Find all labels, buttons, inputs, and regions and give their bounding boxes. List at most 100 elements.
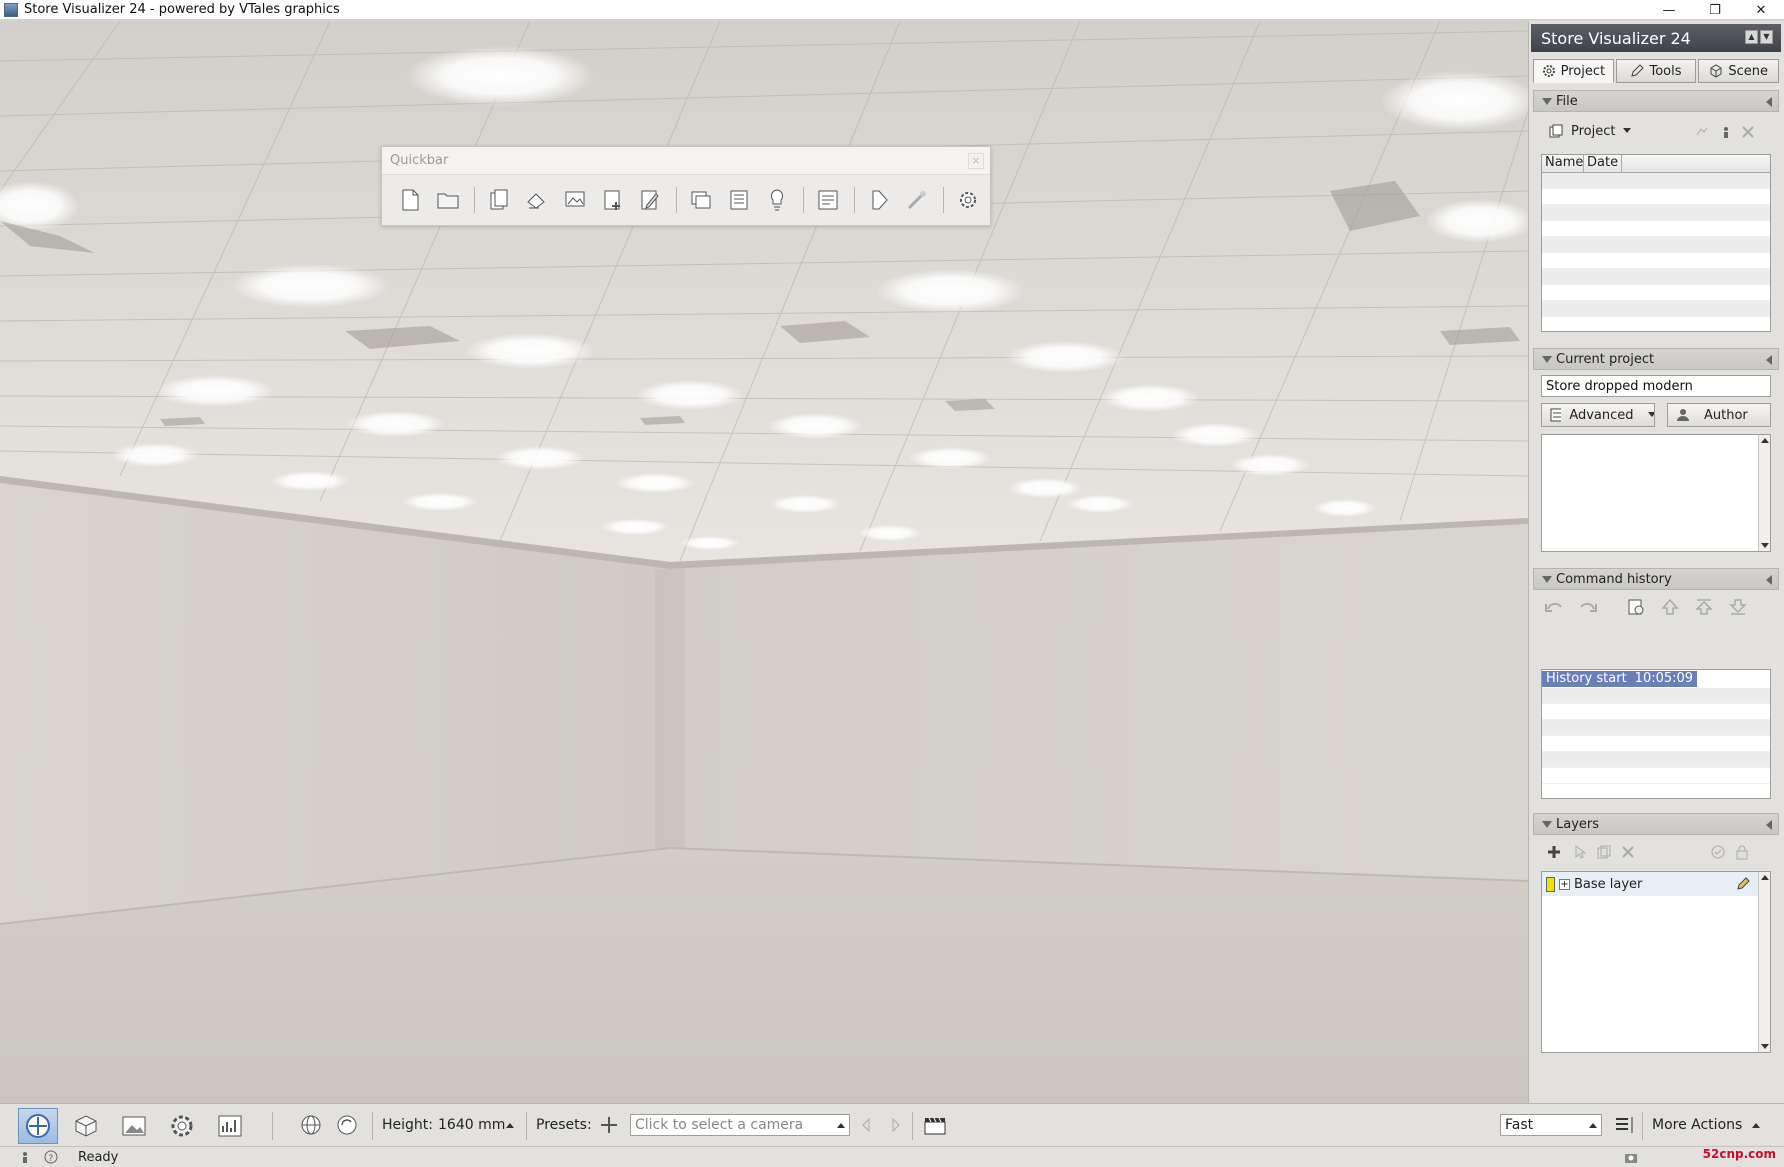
dock-float-button[interactable]: ▲ [1745, 30, 1758, 44]
current-project-section-header[interactable]: Current project [1533, 348, 1779, 370]
camera-select-placeholder: Click to select a camera [635, 1117, 804, 1133]
delete-layer-icon[interactable] [1617, 841, 1639, 863]
app-icon [4, 2, 18, 17]
author-button[interactable]: Author [1667, 403, 1771, 427]
collapse-icon[interactable] [1766, 820, 1772, 830]
project-icon [1549, 124, 1563, 138]
expand-icon[interactable]: + [1559, 878, 1570, 890]
clapperboard-icon[interactable] [924, 1114, 946, 1136]
redo-icon[interactable] [1577, 596, 1599, 618]
move-top-icon[interactable] [1693, 596, 1715, 618]
watermark: 52cnp.com [1702, 1147, 1776, 1161]
layers-section-header[interactable]: Layers [1533, 813, 1779, 835]
navigate-mode-icon[interactable] [18, 1108, 58, 1144]
project-notes-area[interactable] [1541, 434, 1771, 552]
notes-scrollbar[interactable] [1758, 435, 1770, 551]
right-dock-panel: Store Visualizer 24 ▲ ▼ Project Tools Sc… [1528, 21, 1784, 1103]
file-list[interactable]: Name Date [1541, 154, 1771, 332]
undo-icon[interactable] [1543, 596, 1565, 618]
chevron-up-icon [1752, 1123, 1760, 1128]
command-history-list[interactable]: History start 10:05:09 [1541, 669, 1771, 799]
dock-menu-button[interactable]: ▼ [1760, 30, 1773, 44]
image-export-icon[interactable] [559, 184, 591, 216]
layers-scrollbar[interactable] [1758, 872, 1770, 1052]
quickbar-close-button[interactable]: × [968, 153, 984, 169]
previous-camera-icon[interactable] [858, 1114, 880, 1136]
move-down-icon[interactable] [1727, 596, 1749, 618]
project-name-field[interactable]: Store dropped modern [1541, 375, 1771, 397]
layer-row[interactable]: + Base layer [1542, 872, 1770, 896]
settings-mode-icon[interactable] [162, 1108, 202, 1144]
mode-dropdown[interactable]: Advanced [1541, 403, 1655, 427]
history-entry-time: 10:05:09 [1634, 671, 1694, 686]
file-section-header[interactable]: File [1533, 90, 1779, 112]
layers-section-title: Layers [1556, 816, 1600, 832]
settings-gear-icon[interactable] [952, 184, 984, 216]
cloud-save-icon[interactable] [1691, 121, 1713, 143]
window-title: Store Visualizer 24 - powered by VTales … [24, 2, 340, 17]
camera-select[interactable]: Click to select a camera [630, 1114, 850, 1136]
image-mode-icon[interactable] [114, 1108, 154, 1144]
report-icon[interactable] [812, 184, 844, 216]
play-icon[interactable] [863, 184, 895, 216]
layer-color-swatch[interactable] [1546, 876, 1555, 892]
more-actions-button[interactable]: More Actions [1652, 1117, 1742, 1133]
next-camera-icon[interactable] [882, 1114, 904, 1136]
project-dropdown-label: Project [1571, 123, 1616, 139]
layer-visibility-icon[interactable] [1707, 841, 1729, 863]
add-document-icon[interactable] [597, 184, 629, 216]
catalog-icon[interactable] [723, 184, 755, 216]
command-history-section-header[interactable]: Command history [1533, 568, 1779, 590]
info-icon[interactable] [1715, 121, 1737, 143]
collapse-icon[interactable] [1766, 355, 1772, 365]
statistics-mode-icon[interactable] [210, 1108, 250, 1144]
project-dropdown[interactable]: Project [1541, 119, 1649, 143]
gallery-icon[interactable] [685, 184, 717, 216]
history-snapshot-icon[interactable] [1625, 596, 1647, 618]
tab-project[interactable]: Project [1533, 59, 1614, 83]
height-value[interactable]: 1640 mm [438, 1117, 505, 1133]
collapse-icon[interactable] [1766, 575, 1772, 585]
quickbar-title[interactable]: Quickbar [382, 147, 990, 175]
move-up-icon[interactable] [1659, 596, 1681, 618]
quickbar-panel[interactable]: Quickbar × [381, 146, 991, 226]
help-icon[interactable]: ? [44, 1150, 58, 1164]
info-icon[interactable] [18, 1150, 32, 1164]
lightbulb-icon[interactable] [761, 184, 793, 216]
add-preset-icon[interactable] [598, 1114, 620, 1136]
copy-document-icon[interactable] [483, 184, 515, 216]
globe-icon[interactable] [300, 1114, 322, 1136]
3d-object-mode-icon[interactable] [66, 1108, 106, 1144]
delete-icon[interactable] [1737, 121, 1759, 143]
collapse-icon[interactable] [1766, 97, 1772, 107]
layer-lock-icon[interactable] [1731, 841, 1753, 863]
tab-tools[interactable]: Tools [1615, 59, 1697, 83]
select-layer-icon[interactable] [1569, 841, 1591, 863]
mode-dropdown-label: Advanced [1569, 407, 1634, 423]
add-layer-icon[interactable] [1543, 841, 1565, 863]
tab-scene[interactable]: Scene [1698, 59, 1780, 83]
layer-name: Base layer [1574, 876, 1643, 892]
dock-title-text: Store Visualizer 24 [1541, 28, 1691, 48]
edit-document-icon[interactable] [635, 184, 667, 216]
import-object-icon[interactable] [521, 184, 553, 216]
close-button[interactable]: ✕ [1738, 0, 1784, 20]
quality-select[interactable]: Fast [1500, 1114, 1602, 1136]
height-stepper-icon[interactable] [506, 1123, 514, 1129]
rotate-view-icon[interactable] [336, 1114, 358, 1136]
history-entry[interactable]: History start 10:05:09 [1542, 670, 1770, 688]
layers-list[interactable]: + Base layer [1541, 871, 1771, 1053]
camera-icon[interactable] [1624, 1150, 1638, 1164]
author-button-label: Author [1704, 407, 1748, 423]
chevron-down-icon [1647, 412, 1654, 417]
column-header-name[interactable]: Name [1542, 155, 1584, 172]
minimize-button[interactable]: — [1646, 0, 1692, 20]
duplicate-layer-icon[interactable] [1593, 841, 1615, 863]
column-header-date[interactable]: Date [1584, 155, 1622, 172]
pencil-icon[interactable] [1736, 877, 1750, 891]
new-file-icon[interactable] [394, 184, 426, 216]
wand-icon[interactable] [901, 184, 933, 216]
open-folder-icon[interactable] [432, 184, 464, 216]
restore-button[interactable]: ❐ [1692, 0, 1738, 20]
list-settings-icon[interactable] [1614, 1114, 1636, 1136]
